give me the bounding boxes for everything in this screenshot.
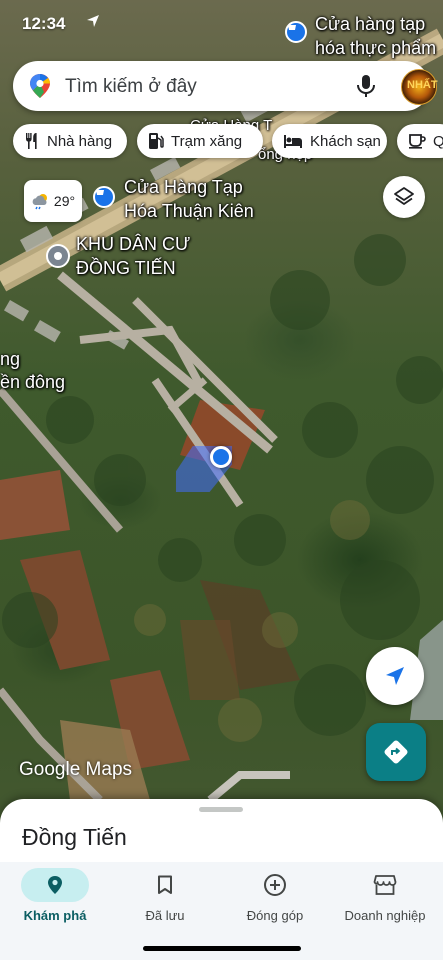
add-circle-icon	[241, 868, 309, 902]
store-pin-thuan-kien-icon[interactable]	[93, 186, 115, 208]
avatar-text: NHẤT	[407, 79, 438, 91]
directions-icon	[384, 740, 408, 764]
chip-coffee[interactable]: Q	[397, 124, 443, 158]
nav-business-label: Doanh nghiệp	[344, 908, 426, 923]
current-location-dot[interactable]	[210, 446, 232, 468]
chip-restaurants-label: Nhà hàng	[47, 132, 113, 150]
microphone-icon[interactable]	[355, 74, 377, 98]
label-store-thuan-kien-line1[interactable]: Cửa Hàng Tạp	[124, 176, 243, 198]
chip-hotels-label: Khách sạn	[310, 132, 381, 150]
navigation-arrow-icon	[386, 667, 404, 685]
status-time: 12:34	[22, 14, 66, 33]
sheet-drag-handle[interactable]	[199, 807, 243, 812]
chip-gas-stations-label: Trạm xăng	[171, 132, 243, 150]
partly-cloudy-rain-icon	[32, 194, 47, 210]
coffee-cup-icon	[409, 134, 426, 149]
bed-icon	[284, 135, 302, 148]
home-indicator[interactable]	[143, 946, 301, 951]
layers-icon	[394, 187, 414, 205]
store-pin-top-icon[interactable]	[285, 21, 307, 43]
chip-restaurants[interactable]: Nhà hàng	[13, 124, 127, 158]
label-left-edge-line2: ền đông	[0, 372, 66, 392]
directions-button[interactable]	[366, 723, 426, 781]
nav-business[interactable]: Doanh nghiệp	[330, 862, 440, 932]
nav-saved-label: Đã lưu	[145, 908, 185, 923]
nav-saved[interactable]: Đã lưu	[110, 862, 220, 932]
google-maps-pin-icon	[30, 74, 50, 98]
place-title: Đồng Tiến	[22, 824, 127, 850]
weather-badge[interactable]: 29°	[24, 180, 82, 222]
chip-gas-stations[interactable]: Trạm xăng	[137, 124, 263, 158]
fork-knife-icon	[26, 133, 37, 149]
location-arrow-icon	[87, 15, 99, 27]
nav-explore-label: Khám phá	[23, 908, 87, 923]
search-bar[interactable]: Tìm kiếm ở đây NHẤT	[13, 61, 438, 111]
label-store-thuan-kien-line2[interactable]: Hóa Thuận Kiên	[124, 200, 254, 222]
label-store-top-line1[interactable]: Cửa hàng tạp	[315, 13, 425, 35]
label-left-edge-line1: ng	[0, 349, 21, 369]
storefront-icon	[351, 868, 419, 902]
bottom-sheet[interactable]: Đồng Tiến Khám phá Đã lưu Đóng góp Doanh…	[0, 799, 443, 960]
nav-explore[interactable]: Khám phá	[0, 862, 110, 932]
residential-pin-icon[interactable]	[46, 244, 70, 268]
label-store-top-line2[interactable]: hóa thực phẩm	[315, 37, 436, 59]
chip-hotels[interactable]: Khách sạn	[272, 124, 387, 158]
gas-pump-icon	[149, 133, 164, 149]
search-input[interactable]: Tìm kiếm ở đây	[65, 76, 197, 98]
nav-contribute[interactable]: Đóng góp	[220, 862, 330, 932]
label-residential-line2[interactable]: ĐỒNG TIẾN	[76, 257, 176, 279]
chip-coffee-label: Q	[433, 132, 443, 150]
nav-contribute-label: Đóng góp	[246, 908, 304, 923]
map-layers-button[interactable]	[383, 176, 425, 218]
label-residential-line1[interactable]: KHU DÂN CƯ	[76, 233, 190, 255]
weather-temperature: 29°	[53, 193, 76, 209]
profile-avatar[interactable]: NHẤT	[401, 69, 438, 105]
bookmark-icon	[131, 868, 199, 902]
google-maps-logo: Google Maps	[19, 759, 133, 780]
explore-pin-icon	[21, 868, 89, 902]
my-location-button[interactable]	[366, 647, 424, 705]
